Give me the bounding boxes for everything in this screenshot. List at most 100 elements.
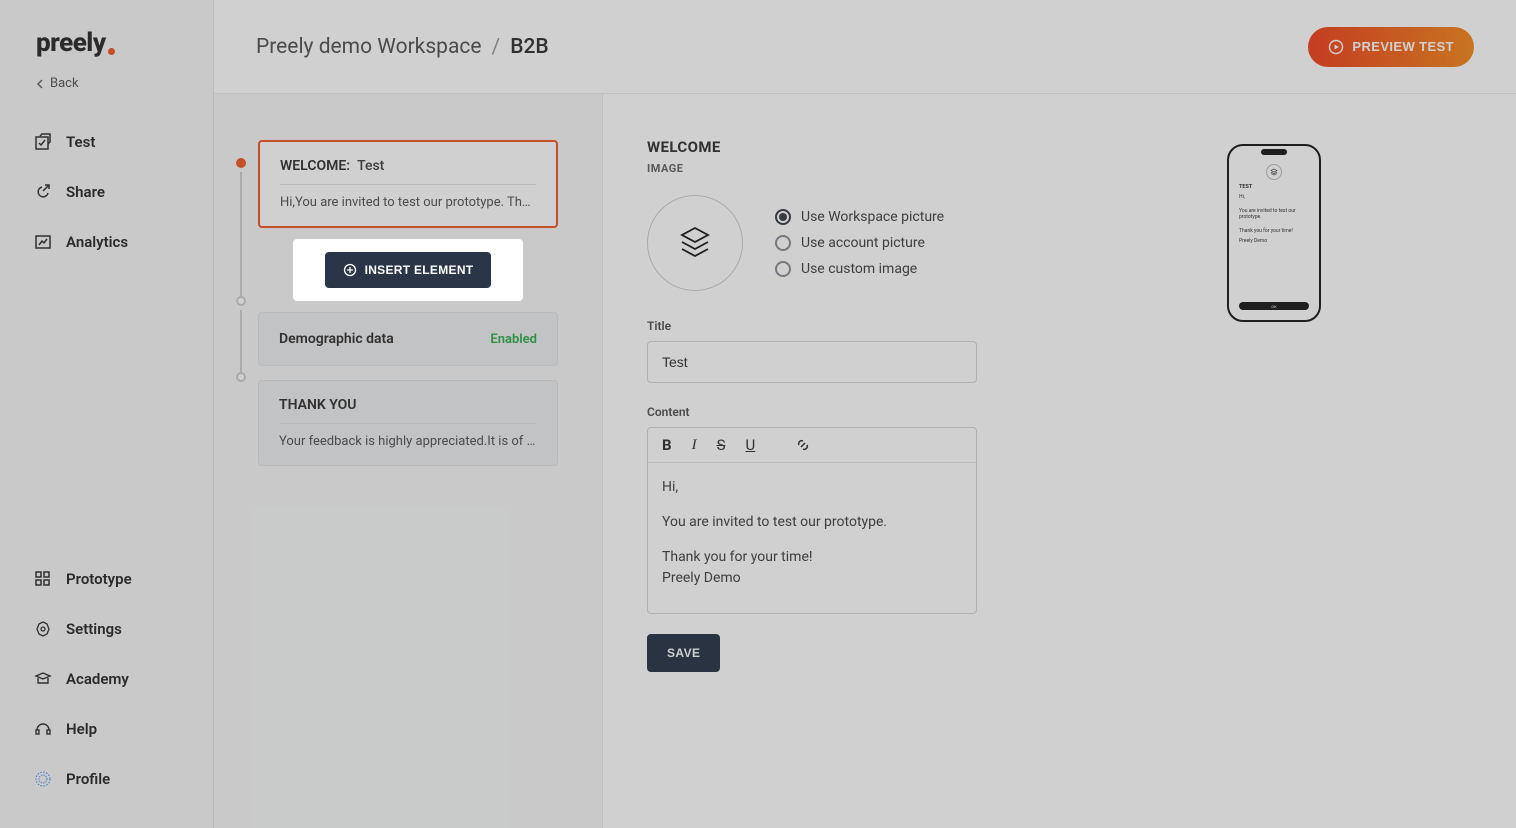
sidebar-item-academy[interactable]: Academy (22, 654, 191, 704)
step-card-welcome[interactable]: WELCOME: Test Hi,You are invited to test… (258, 140, 558, 228)
step-status-badge: Enabled (490, 332, 537, 347)
insert-element-panel: INSERT ELEMENT (294, 240, 522, 300)
step-title-label: WELCOME: (280, 158, 350, 174)
profile-icon (34, 770, 52, 788)
detail-heading: WELCOME (647, 138, 1147, 156)
sidebar-item-settings[interactable]: Settings (22, 604, 191, 654)
title-field-label: Title (647, 319, 1147, 333)
plus-circle-icon (343, 263, 357, 277)
logo-dot-icon (108, 48, 115, 55)
content-field-label: Content (647, 405, 1147, 419)
strikethrough-button[interactable]: S (717, 436, 726, 454)
sidebar-item-test[interactable]: Test (22, 117, 191, 167)
sidebar-item-label: Settings (66, 620, 122, 638)
sidebar-item-label: Profile (66, 770, 110, 788)
step-title: THANK YOU (279, 397, 537, 413)
phone-notch-icon (1261, 149, 1287, 155)
logo-text: preely (36, 28, 106, 58)
back-label: Back (50, 76, 79, 91)
radio-label: Use custom image (801, 261, 917, 277)
analytics-icon (34, 233, 52, 251)
breadcrumb-workspace[interactable]: Preely demo Workspace (256, 35, 482, 59)
sidebar-item-label: Test (66, 133, 95, 151)
image-selector-row: Use Workspace picture Use account pictur… (647, 195, 1147, 291)
timeline-dot-icon (236, 372, 246, 382)
preview-test-button[interactable]: PREVIEW TEST (1308, 27, 1474, 67)
timeline-line-icon (240, 310, 242, 372)
phone-line: Thank you for your time! (1235, 228, 1313, 234)
sidebar-item-label: Academy (66, 670, 129, 688)
gear-icon (34, 620, 52, 638)
play-circle-icon (1328, 39, 1344, 55)
divider (279, 423, 537, 424)
content-line: You are invited to test our prototype. (662, 512, 962, 533)
phone-logo-icon (1266, 164, 1282, 180)
content-line: Thank you for your time! (662, 547, 962, 568)
radio-icon (775, 209, 791, 225)
divider (280, 184, 536, 185)
nav-top-group: Test Share Analytics (0, 117, 213, 267)
radio-custom-image[interactable]: Use custom image (775, 261, 944, 277)
step-card-demographic[interactable]: Demographic data Enabled (258, 312, 558, 366)
timeline-dot-icon (236, 296, 246, 306)
editor-toolbar: B I S U (648, 428, 976, 463)
topbar: Preely demo Workspace / B2B PREVIEW TEST (214, 0, 1516, 94)
academy-icon (34, 670, 52, 688)
phone-line: You are invited to test our prototype. (1235, 208, 1313, 220)
insert-label: INSERT ELEMENT (365, 263, 474, 277)
sidebar-item-label: Analytics (66, 233, 128, 251)
radio-label: Use account picture (801, 235, 925, 251)
content-line: Hi, (662, 477, 962, 498)
share-icon (34, 183, 52, 201)
phone-line: Preely Demo (1235, 238, 1313, 244)
image-source-radios: Use Workspace picture Use account pictur… (775, 209, 944, 277)
phone-line: Hi, (1235, 194, 1313, 200)
sidebar-item-label: Share (66, 183, 105, 201)
main-content: WELCOME: Test Hi,You are invited to test… (214, 94, 1516, 828)
radio-account-picture[interactable]: Use account picture (775, 235, 944, 251)
title-input[interactable] (647, 341, 977, 383)
content-editor: B I S U Hi, You are invited to test our … (647, 427, 977, 614)
link-button[interactable] (795, 437, 811, 453)
step-title: Demographic data (279, 331, 394, 347)
breadcrumb-separator: / (492, 35, 501, 59)
sidebar: preely Back Test Share Analytics (0, 0, 214, 828)
step-summary: Hi,You are invited to test our prototype… (280, 195, 536, 210)
phone-preview: TEST Hi, You are invited to test our pro… (1227, 144, 1321, 322)
insert-element-button[interactable]: INSERT ELEMENT (325, 252, 492, 288)
detail-subheading: IMAGE (647, 162, 1147, 175)
phone-title: TEST (1235, 184, 1313, 190)
phone-cta-button: OK (1239, 302, 1309, 310)
layers-icon (676, 224, 714, 262)
logo: preely (0, 28, 213, 68)
sidebar-item-profile[interactable]: Profile (22, 754, 191, 804)
sidebar-item-prototype[interactable]: Prototype (22, 554, 191, 604)
save-button[interactable]: SAVE (647, 634, 720, 672)
bold-button[interactable]: B (662, 436, 672, 454)
timeline-dot-icon (236, 158, 246, 168)
sidebar-item-label: Help (66, 720, 97, 738)
italic-button[interactable]: I (692, 437, 697, 454)
detail-panel: WELCOME IMAGE U (602, 94, 1516, 828)
breadcrumb: Preely demo Workspace / B2B (256, 35, 549, 59)
phone-preview-column: TEST Hi, You are invited to test our pro… (1227, 138, 1321, 828)
editor-body[interactable]: Hi, You are invited to test our prototyp… (648, 463, 976, 613)
prototype-icon (34, 570, 52, 588)
timeline-line-icon (240, 172, 242, 298)
step-summary: Your feedback is highly appreciated.It i… (279, 434, 537, 449)
sidebar-item-analytics[interactable]: Analytics (22, 217, 191, 267)
back-button[interactable]: Back (0, 68, 213, 117)
underline-button[interactable]: U (745, 436, 755, 454)
sidebar-item-label: Prototype (66, 570, 132, 588)
radio-label: Use Workspace picture (801, 209, 944, 225)
sidebar-item-help[interactable]: Help (22, 704, 191, 754)
chevron-left-icon (36, 79, 44, 89)
image-preview-circle (647, 195, 743, 291)
radio-workspace-picture[interactable]: Use Workspace picture (775, 209, 944, 225)
content-line: Preely Demo (662, 568, 962, 589)
sidebar-item-share[interactable]: Share (22, 167, 191, 217)
breadcrumb-project: B2B (510, 35, 548, 59)
step-card-thankyou[interactable]: THANK YOU Your feedback is highly apprec… (258, 380, 558, 466)
step-title-value: Test (357, 158, 384, 174)
help-icon (34, 720, 52, 738)
